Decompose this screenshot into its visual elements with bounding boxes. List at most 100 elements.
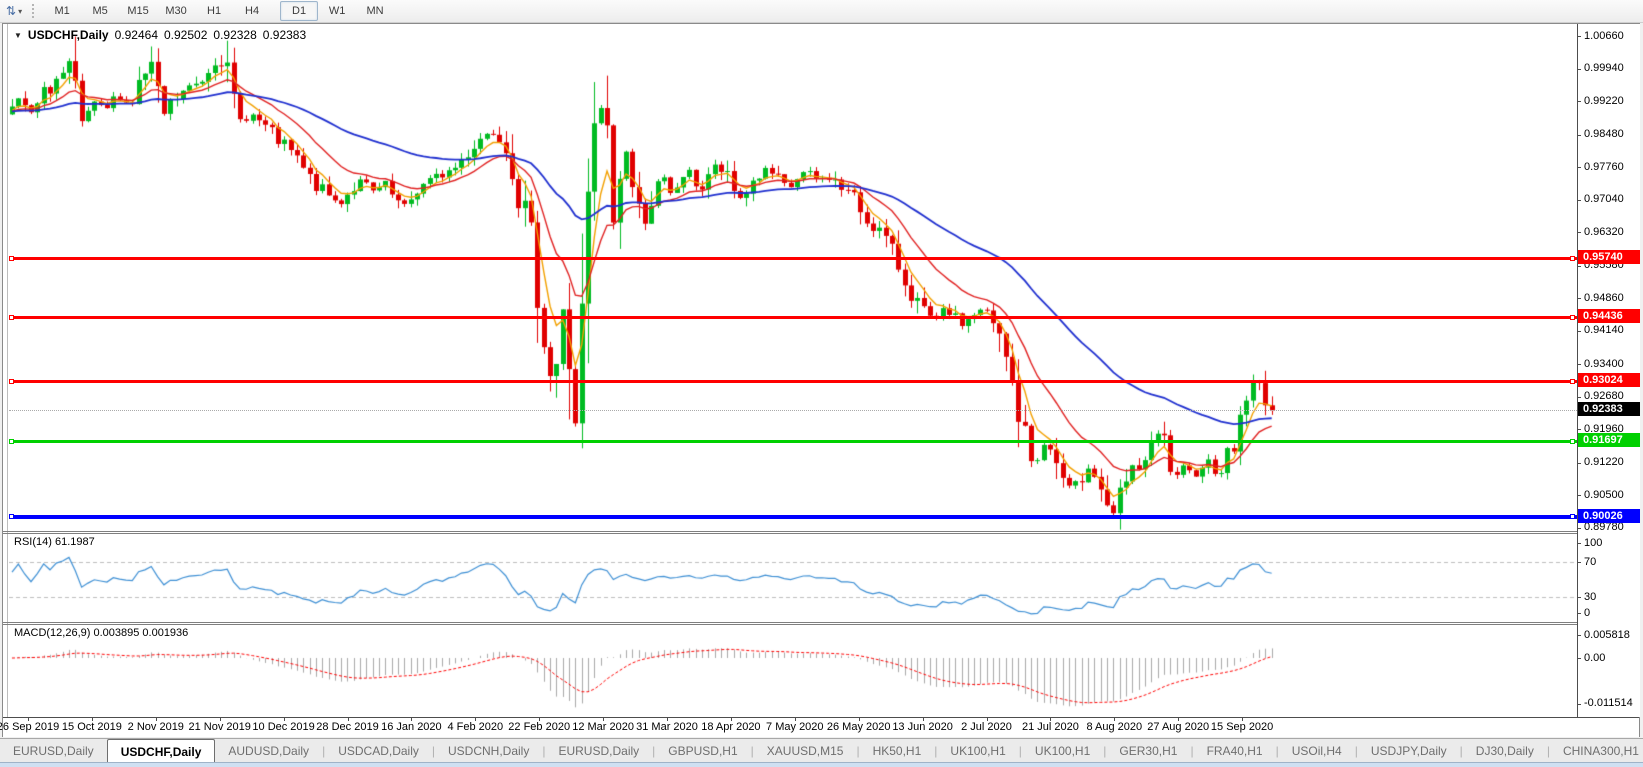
hline-0.91697[interactable]	[9, 440, 1577, 443]
price-badge-0.93024: 0.93024	[1578, 373, 1640, 387]
tab-eurusd-daily[interactable]: EURUSD,Daily	[0, 739, 107, 763]
line-handle[interactable]	[9, 256, 14, 261]
timeframe-m15[interactable]: M15	[119, 1, 157, 21]
price-tick-mark	[1577, 298, 1581, 299]
panel-separator[interactable]	[3, 531, 1639, 532]
tab-xauusd-m15[interactable]: XAUUSD,M15	[754, 739, 857, 763]
tab-hk50-h1[interactable]: HK50,H1	[860, 739, 935, 763]
price-tick-label: 0.92680	[1584, 390, 1624, 402]
mt4-terminal: ⇅ ▾ M1M5M15M30H1H4 D1W1MN ▼ USDCHF,Daily …	[0, 0, 1643, 767]
rsi-canvas[interactable]	[9, 533, 1577, 622]
hline-0.94436[interactable]	[9, 316, 1577, 319]
tab-fra40-h1[interactable]: FRA40,H1	[1194, 739, 1276, 763]
line-handle[interactable]	[9, 514, 14, 519]
chart-title[interactable]: ▼ USDCHF,Daily 0.92464 0.92502 0.92328 0…	[14, 28, 306, 42]
ohlc-close: 0.92383	[263, 28, 306, 42]
macd-tick-mark	[1577, 704, 1581, 705]
date-tick-label: 7 May 2020	[766, 721, 823, 733]
rsi-tick-label: 0	[1584, 607, 1590, 619]
date-tick-label: 21 Nov 2019	[188, 721, 250, 733]
tab-usdchf-daily[interactable]: USDCHF,Daily	[107, 739, 216, 763]
macd-tick-label: -0.011514	[1584, 697, 1633, 709]
timeframe-d1[interactable]: D1	[280, 1, 318, 21]
chart-tabs: EURUSD,DailyUSDCHF,DailyAUDUSD,Daily|USD…	[0, 738, 1643, 763]
tab-china300-h1[interactable]: CHINA300,H1	[1550, 739, 1643, 763]
tab-dj30-daily[interactable]: DJ30,Daily	[1463, 739, 1547, 763]
ohlc-low: 0.92328	[213, 28, 256, 42]
date-tick-label: 22 Feb 2020	[508, 721, 570, 733]
macd-tick-label: 0.005818	[1584, 629, 1630, 641]
macd-canvas[interactable]	[9, 624, 1577, 717]
price-tick-mark	[1577, 167, 1581, 168]
timeframe-m5[interactable]: M5	[81, 1, 119, 21]
date-tick-label: 27 Aug 2020	[1147, 721, 1209, 733]
price-badge-0.94436: 0.94436	[1578, 309, 1640, 323]
price-tick-mark	[1577, 266, 1581, 267]
date-tick-label: 2 Jul 2020	[961, 721, 1012, 733]
timeframe-group: D1W1MN	[280, 1, 394, 21]
panel-separator[interactable]	[3, 624, 1639, 625]
line-handle[interactable]	[9, 379, 14, 384]
price-axis[interactable]: 1.006600.999400.992200.984800.977600.970…	[1578, 24, 1640, 717]
line-handle[interactable]	[1570, 256, 1575, 261]
macd-tick-mark	[1577, 635, 1581, 636]
tab-uk100-h1[interactable]: UK100,H1	[1022, 739, 1103, 763]
price-tick-label: 0.94860	[1584, 292, 1624, 304]
price-tick-label: 0.97760	[1584, 161, 1624, 173]
price-chart-canvas[interactable]	[9, 25, 1577, 531]
timeframe-h4[interactable]: H4	[233, 1, 271, 21]
tab-usdjpy-daily[interactable]: USDJPY,Daily	[1358, 739, 1460, 763]
rsi-tick-label: 100	[1584, 537, 1602, 549]
price-tick-mark	[1577, 101, 1581, 102]
price-tick-mark	[1577, 429, 1581, 430]
line-handle[interactable]	[9, 315, 14, 320]
line-handle[interactable]	[9, 439, 14, 444]
date-axis[interactable]: 26 Sep 201915 Oct 20192 Nov 201921 Nov 2…	[3, 718, 1639, 737]
date-tick-label: 28 Dec 2019	[316, 721, 378, 733]
timeframe-w1[interactable]: W1	[318, 1, 356, 21]
tab-usdcnh-daily[interactable]: USDCNH,Daily	[435, 739, 542, 763]
line-handle[interactable]	[1570, 439, 1575, 444]
date-tick-label: 18 Apr 2020	[701, 721, 760, 733]
price-tick-mark	[1577, 36, 1581, 37]
line-handle[interactable]	[1570, 514, 1575, 519]
window-inner-edge	[7, 24, 8, 717]
date-tick-label: 16 Jan 2020	[381, 721, 442, 733]
date-tick-label: 15 Sep 2020	[1211, 721, 1273, 733]
hline-0.90026[interactable]	[9, 515, 1577, 519]
tab-gbpusd-h1[interactable]: GBPUSD,H1	[655, 739, 750, 763]
price-tick-mark	[1577, 69, 1581, 70]
hline-0.93024[interactable]	[9, 380, 1577, 383]
tab-audusd-daily[interactable]: AUDUSD,Daily	[215, 739, 322, 763]
timeframe-m30[interactable]: M30	[157, 1, 195, 21]
timeframe-h1[interactable]: H1	[195, 1, 233, 21]
rsi-label: RSI(14) 61.1987	[14, 536, 95, 548]
date-tick-label: 12 Mar 2020	[572, 721, 634, 733]
price-tick-label: 0.96320	[1584, 226, 1624, 238]
price-tick-label: 0.99220	[1584, 95, 1624, 107]
panel-separator[interactable]	[3, 622, 1639, 623]
timeframe-m1[interactable]: M1	[43, 1, 81, 21]
price-badge-0.90026: 0.90026	[1578, 509, 1640, 523]
rsi-tick-mark	[1577, 562, 1581, 563]
panel-separator[interactable]	[3, 533, 1639, 534]
chart-type-dropdown[interactable]: ⇅ ▾	[0, 1, 28, 21]
price-tick-label: 0.97040	[1584, 193, 1624, 205]
price-tick-mark	[1577, 200, 1581, 201]
tab-ger30-h1[interactable]: GER30,H1	[1106, 739, 1190, 763]
tab-usdcad-daily[interactable]: USDCAD,Daily	[325, 739, 432, 763]
tab-uk100-h1[interactable]: UK100,H1	[937, 739, 1018, 763]
tab-eurusd-daily[interactable]: EURUSD,Daily	[545, 739, 652, 763]
timeframe-buttons: M1M5M15M30H1H4 D1W1MN	[43, 0, 394, 22]
hline-0.95740[interactable]	[9, 257, 1577, 260]
timeframe-mn[interactable]: MN	[356, 1, 394, 21]
date-tick-label: 15 Oct 2019	[62, 721, 122, 733]
tab-usoil-h4[interactable]: USOil,H4	[1279, 739, 1355, 763]
price-tick-label: 0.94140	[1584, 324, 1624, 336]
macd-tick-mark	[1577, 658, 1581, 659]
collapse-triangle-icon: ▼	[14, 31, 22, 40]
chart-shift-icon: ⇅	[6, 4, 16, 18]
price-badge-0.91697: 0.91697	[1578, 433, 1640, 447]
line-handle[interactable]	[1570, 379, 1575, 384]
line-handle[interactable]	[1570, 315, 1575, 320]
